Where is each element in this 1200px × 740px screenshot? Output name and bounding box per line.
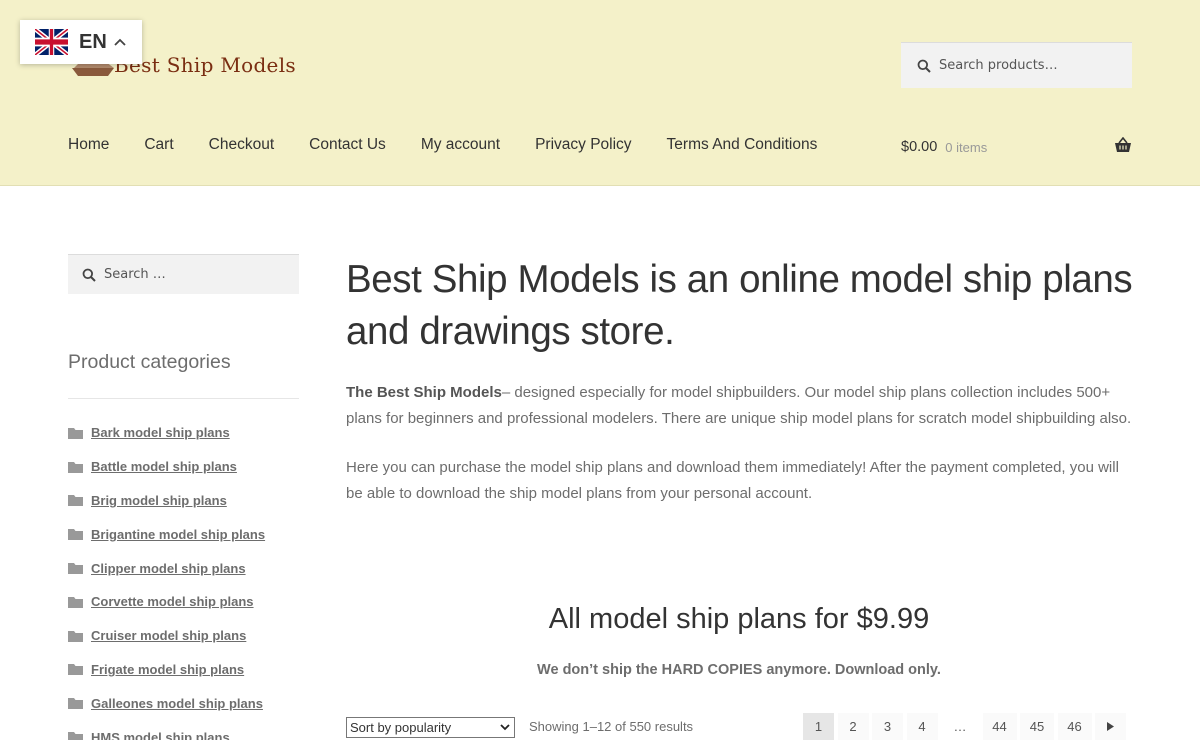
page-46-link[interactable]: 46 — [1057, 713, 1092, 740]
cart-amount: $0.00 — [901, 139, 938, 155]
language-code: EN — [79, 30, 107, 53]
page-headline: Best Ship Models is an online model ship… — [346, 258, 1133, 353]
promo-note: We don’t ship the HARD COPIES anymore. D… — [537, 662, 941, 678]
category-item: Corvette model ship plans — [68, 585, 308, 619]
category-link[interactable]: Bark model ship plans — [91, 425, 230, 440]
page-1-current: 1 — [803, 713, 834, 740]
cart-count: 0 items — [945, 139, 988, 155]
folder-icon — [68, 698, 83, 710]
sort-select[interactable]: Sort by popularity — [346, 717, 515, 738]
main-content: Best Ship Models is an online model ship… — [346, 254, 1136, 507]
uk-flag-icon — [35, 29, 68, 55]
promo-title: All model ship plans for $9.99 — [548, 603, 930, 635]
category-item: HMS model ship plans — [68, 720, 308, 740]
nav-privacy-policy[interactable]: Privacy Policy — [535, 136, 631, 158]
download-paragraph: Here you can purchase the model ship pla… — [346, 459, 1119, 502]
next-page-button[interactable] — [1095, 713, 1126, 740]
nav-checkout[interactable]: Checkout — [209, 136, 274, 158]
nav-contact-us[interactable]: Contact Us — [309, 136, 386, 158]
folder-icon — [68, 563, 83, 575]
category-link[interactable]: Brig model ship plans — [91, 493, 227, 508]
site-header: EN Best Ship Models Home Cart Checkout C… — [0, 0, 1200, 186]
category-link[interactable]: Corvette model ship plans — [91, 594, 254, 609]
folder-icon — [68, 596, 83, 608]
nav-cart[interactable]: Cart — [144, 136, 173, 158]
folder-icon — [68, 529, 83, 541]
language-switcher[interactable]: EN — [20, 20, 142, 64]
folder-icon — [68, 664, 83, 676]
category-item: Cruiser model ship plans — [68, 619, 308, 653]
pagination: 1 2 3 4 … 44 45 46 — [803, 713, 1130, 740]
folder-icon — [68, 461, 83, 473]
category-item: Brig model ship plans — [68, 484, 308, 518]
sidebar-search[interactable] — [68, 254, 299, 294]
category-item: Battle model ship plans — [68, 450, 308, 484]
category-item: Clipper model ship plans — [68, 551, 308, 585]
page-3-link[interactable]: 3 — [872, 713, 903, 740]
page-2-link[interactable]: 2 — [837, 713, 869, 740]
primary-nav: Home Cart Checkout Contact Us My account… — [68, 136, 852, 158]
dropdown-arrow-icon — [500, 724, 510, 731]
category-link[interactable]: HMS model ship plans — [91, 730, 230, 740]
folder-icon — [68, 495, 83, 507]
category-link[interactable]: Frigate model ship plans — [91, 662, 244, 677]
header-search[interactable] — [901, 42, 1132, 88]
product-search-input[interactable] — [939, 58, 1119, 73]
result-count: Showing 1–12 of 550 results — [529, 719, 694, 734]
chevron-up-icon — [114, 38, 126, 46]
intro-bold: The Best Ship Models — [346, 384, 502, 401]
page-ellipsis: … — [953, 719, 967, 734]
page-4-link[interactable]: 4 — [906, 713, 938, 740]
category-link[interactable]: Brigantine model ship plans — [91, 527, 265, 542]
category-item: Brigantine model ship plans — [68, 517, 308, 551]
category-link[interactable]: Battle model ship plans — [91, 459, 237, 474]
category-list: Bark model ship plans Battle model ship … — [68, 416, 308, 740]
folder-icon — [68, 630, 83, 642]
basket-icon — [1115, 137, 1131, 152]
category-item: Bark model ship plans — [68, 416, 308, 450]
categories-title: Product categories — [68, 351, 231, 373]
folder-icon — [68, 732, 83, 740]
nav-home[interactable]: Home — [68, 136, 109, 158]
category-link[interactable]: Clipper model ship plans — [91, 561, 246, 576]
next-arrow-icon — [1107, 722, 1114, 731]
page-44-link[interactable]: 44 — [982, 713, 1017, 740]
folder-icon — [68, 427, 83, 439]
search-icon — [82, 268, 96, 282]
category-item: Galleones model ship plans — [68, 686, 308, 720]
search-icon — [917, 59, 931, 73]
intro-paragraph: The Best Ship Models– designed especiall… — [346, 380, 1136, 432]
category-link[interactable]: Cruiser model ship plans — [91, 628, 246, 643]
sidebar-search-input[interactable] — [104, 267, 284, 282]
header-cart[interactable]: $0.00 0 items — [901, 136, 1132, 158]
page-45-link[interactable]: 45 — [1020, 713, 1054, 740]
divider — [68, 398, 299, 399]
sort-selected-value: Sort by popularity — [350, 720, 452, 735]
category-link[interactable]: Galleones model ship plans — [91, 696, 263, 711]
nav-terms-and-conditions[interactable]: Terms And Conditions — [667, 136, 818, 158]
nav-my-account[interactable]: My account — [421, 136, 500, 158]
category-item: Frigate model ship plans — [68, 653, 308, 687]
